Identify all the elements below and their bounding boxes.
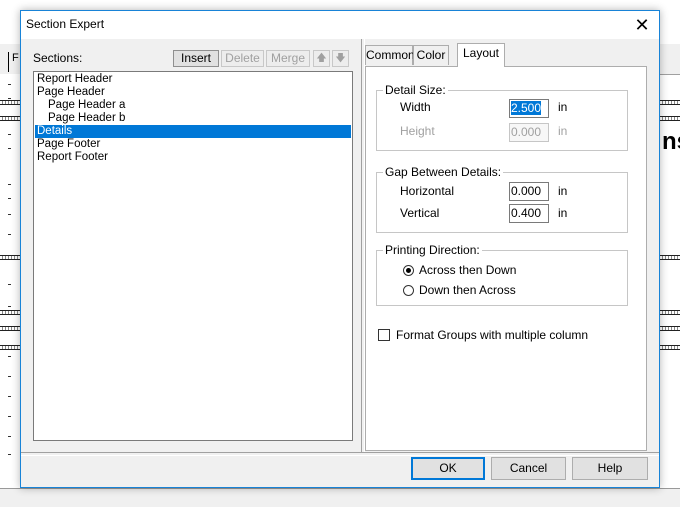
section-item-report-footer[interactable]: Report Footer [35,151,351,164]
horizontal-unit: in [558,184,568,198]
close-icon[interactable]: ✕ [625,11,659,39]
cancel-button[interactable]: Cancel [491,457,566,480]
vertical-input[interactable]: 0.400 [509,204,549,223]
tab-layout[interactable]: Layout [457,43,505,67]
section-item-page-header[interactable]: Page Header [35,86,351,99]
width-unit: in [558,100,568,114]
across-then-down-label[interactable]: Across then Down [419,263,516,277]
section-expert-dialog: Section Expert ✕ Sections: Insert Delete… [20,10,660,488]
printing-direction-group: Printing Direction: Across then Down Dow… [376,243,628,306]
across-then-down-radio[interactable] [403,265,414,276]
width-label: Width [400,100,431,114]
printing-direction-title: Printing Direction: [383,243,482,257]
section-item-report-header[interactable]: Report Header [35,73,351,86]
tab-common[interactable]: Common [365,45,415,65]
sections-panel: Sections: Insert Delete Merge 🡅 🡇 Report… [22,39,360,451]
section-item-details[interactable]: Details [35,125,351,138]
insert-button[interactable]: Insert [173,50,219,67]
sections-label: Sections: [33,51,83,65]
vertical-unit: in [558,206,568,220]
report-field-text: ns [662,128,680,155]
section-item-page-footer[interactable]: Page Footer [35,138,351,151]
designer-status-bar [0,488,680,507]
layout-tab-page: Detail Size: Width 2.500 in Height 0.000… [365,66,647,451]
button-bar-separator [21,452,659,456]
width-input[interactable]: 2.500 [509,99,549,118]
tab-color[interactable]: Color [413,45,449,65]
delete-button[interactable]: Delete [221,50,264,67]
move-up-arrow-icon[interactable]: 🡅 [313,50,330,67]
section-item-page-header-b[interactable]: Page Header b [35,112,351,125]
format-groups-label[interactable]: Format Groups with multiple column [396,328,588,342]
dialog-titlebar[interactable]: Section Expert ✕ [21,11,659,39]
vertical-ruler [0,74,21,494]
width-value: 2.500 [511,101,542,115]
detail-size-title: Detail Size: [383,83,448,97]
dialog-title: Section Expert [26,17,105,31]
height-input[interactable]: 0.000 [509,123,549,142]
sections-list[interactable]: Report Header Page Header Page Header a … [33,71,353,441]
help-button[interactable]: Help [572,457,648,480]
horizontal-label: Horizontal [400,184,455,198]
height-unit: in [558,124,568,138]
ok-button[interactable]: OK [411,457,485,480]
vertical-label: Vertical [400,206,440,220]
down-then-across-label[interactable]: Down then Across [419,283,516,297]
detail-size-group: Detail Size: Width 2.500 in Height 0.000… [376,83,628,151]
section-item-page-header-a[interactable]: Page Header a [35,99,351,112]
merge-button[interactable]: Merge [266,50,310,67]
format-groups-checkbox[interactable] [378,329,390,341]
down-then-across-radio[interactable] [403,285,414,296]
gap-between-details-group: Gap Between Details: Horizontal 0.000 in… [376,165,628,233]
horizontal-input[interactable]: 0.000 [509,182,549,201]
move-down-arrow-icon[interactable]: 🡇 [332,50,349,67]
height-label: Height [400,124,435,138]
gap-title: Gap Between Details: [383,165,504,179]
